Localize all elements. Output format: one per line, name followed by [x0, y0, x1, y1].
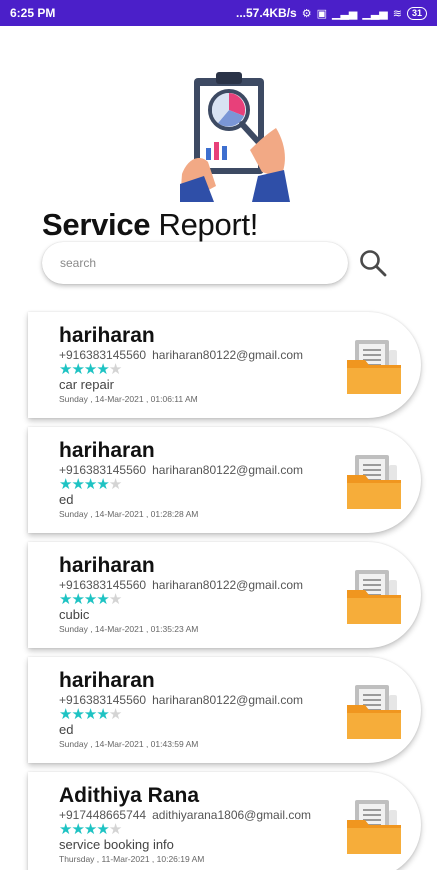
customer-phone: +916383145560 — [59, 463, 147, 477]
star-icon: ★ — [96, 821, 109, 838]
page-title: Service Report! — [42, 207, 258, 243]
star-icon: ★ — [96, 591, 109, 608]
battery-icon: 31 — [406, 6, 427, 20]
star-icon: ★ — [59, 476, 72, 493]
star-icon: ★ — [108, 706, 122, 723]
star-icon: ★ — [71, 821, 84, 838]
star-icon: ★ — [108, 821, 122, 838]
star-icon: ★ — [83, 591, 97, 608]
report-card[interactable]: hariharan +916383145560 hariharan80122@gm… — [28, 657, 421, 763]
star-icon: ★ — [83, 821, 97, 838]
star-icon: ★ — [83, 361, 97, 378]
star-icon: ★ — [96, 361, 109, 378]
report-list: hariharan +916383145560 hariharan80122@gm… — [28, 312, 437, 870]
star-icon: ★ — [108, 361, 122, 378]
star-icon: ★ — [108, 591, 122, 608]
signal-icon-2: ▁▃▅ — [362, 7, 388, 20]
star-icon: ★ — [71, 706, 84, 723]
customer-phone: +917448665744 — [59, 808, 147, 822]
network-speed: ...57.4KB/s — [236, 6, 297, 20]
star-icon: ★ — [71, 591, 84, 608]
folder-icon[interactable] — [345, 568, 403, 626]
customer-email: hariharan80122@gmail.com — [152, 693, 304, 707]
report-clipboard-magnifier-icon — [180, 72, 290, 202]
star-icon: ★ — [83, 476, 97, 493]
customer-email: hariharan80122@gmail.com — [152, 348, 304, 362]
star-icon: ★ — [108, 476, 122, 493]
status-icons: ...57.4KB/s ⚙ ▣ ▁▃▅ ▁▃▅ ≋ 31 — [236, 6, 427, 20]
star-icon: ★ — [96, 706, 109, 723]
star-icon: ★ — [59, 821, 72, 838]
title-bold: Service — [42, 207, 151, 242]
star-icon: ★ — [71, 476, 84, 493]
signal-icon: ▁▃▅ — [331, 7, 358, 20]
folder-icon[interactable] — [345, 798, 403, 856]
star-icon: ★ — [59, 361, 72, 378]
star-icon: ★ — [96, 476, 109, 493]
notification-icon: ⚙ — [301, 7, 312, 20]
report-card[interactable]: Adithiya Rana +917448665744 adithiyarana1… — [28, 772, 421, 870]
customer-phone: +916383145560 — [59, 693, 147, 707]
report-card[interactable]: hariharan +916383145560 hariharan80122@gm… — [28, 312, 421, 418]
star-icon: ★ — [59, 591, 72, 608]
search-input[interactable] — [60, 256, 330, 270]
folder-icon[interactable] — [345, 683, 403, 741]
customer-email: hariharan80122@gmail.com — [152, 463, 304, 477]
status-time: 6:25 PM — [10, 6, 56, 20]
star-icon: ★ — [71, 361, 84, 378]
customer-email: adithiyarana1806@gmail.com — [152, 808, 312, 822]
customer-phone: +916383145560 — [59, 578, 147, 592]
title-rest: Report! — [150, 207, 259, 242]
folder-icon[interactable] — [345, 453, 403, 511]
search-icon[interactable] — [358, 248, 388, 278]
report-card[interactable]: hariharan +916383145560 hariharan80122@gm… — [28, 542, 421, 648]
status-bar: 6:25 PM ...57.4KB/s ⚙ ▣ ▁▃▅ ▁▃▅ ≋ 31 — [0, 0, 437, 26]
star-icon: ★ — [59, 706, 72, 723]
report-card[interactable]: hariharan +916383145560 hariharan80122@gm… — [28, 427, 421, 533]
wifi-icon: ≋ — [392, 7, 402, 20]
customer-phone: +916383145560 — [59, 348, 147, 362]
star-icon: ★ — [83, 706, 97, 723]
search-bar[interactable] — [42, 242, 348, 284]
folder-icon[interactable] — [345, 338, 403, 396]
customer-email: hariharan80122@gmail.com — [152, 578, 304, 592]
sim-icon: ▣ — [316, 7, 327, 20]
